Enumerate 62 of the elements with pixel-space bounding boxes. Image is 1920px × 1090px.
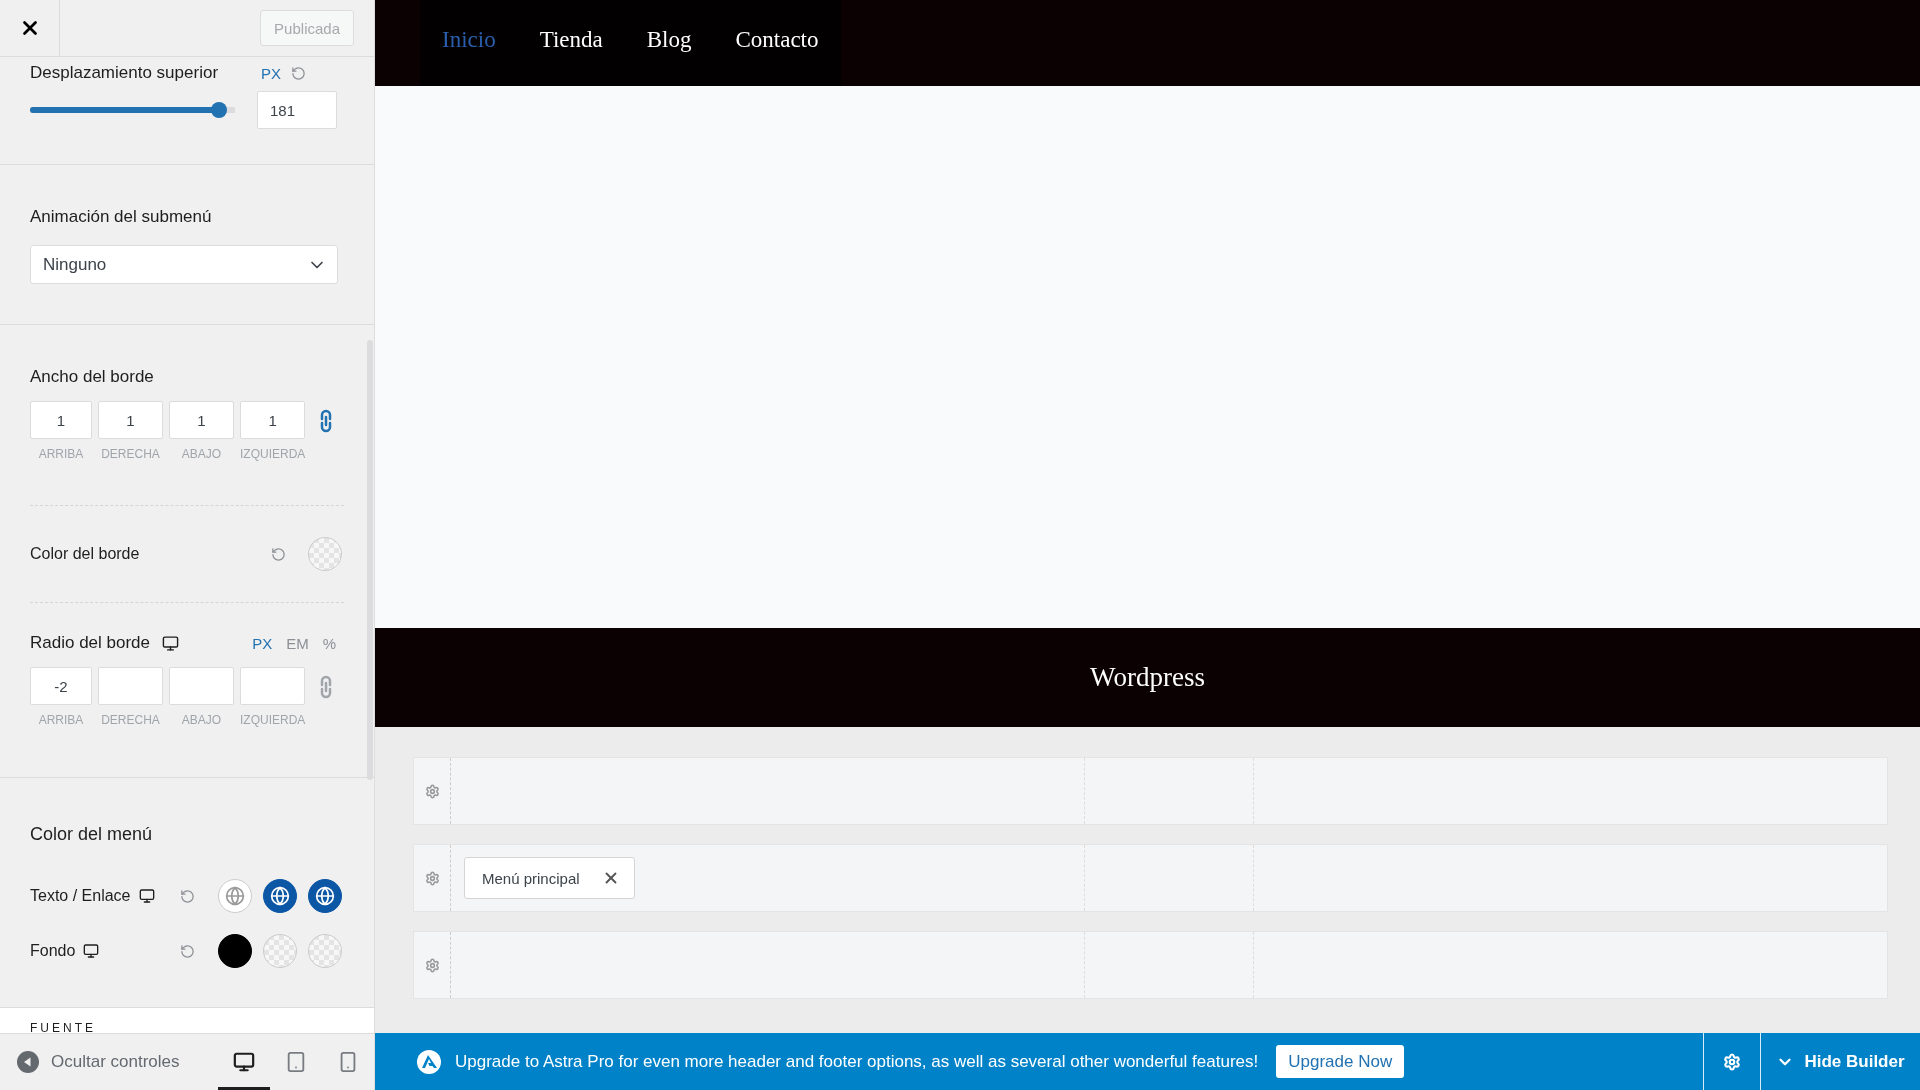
number-field[interactable]: 1 — [30, 401, 92, 439]
back-icon — [17, 1051, 39, 1073]
gear-icon — [1723, 1052, 1741, 1071]
setting-label: Fondo — [30, 942, 76, 960]
reset-icon[interactable] — [271, 546, 286, 562]
gear-icon — [424, 957, 440, 973]
color-swatch[interactable] — [308, 879, 342, 913]
reset-icon[interactable] — [180, 888, 195, 904]
menu-chip[interactable]: Menú principal — [464, 857, 635, 899]
color-swatch[interactable] — [263, 879, 297, 913]
site-title: Wordpress — [1090, 662, 1205, 693]
setting-label: Ancho del borde — [30, 367, 154, 387]
number-field[interactable]: 1 — [169, 401, 234, 439]
setting-label: Animación del submenú — [30, 207, 212, 227]
gear-icon — [424, 870, 440, 886]
reset-icon[interactable] — [291, 65, 306, 81]
upgrade-message: Upgrade to Astra Pro for even more header and footer options, as well as several other wonderful features! — [455, 1051, 1259, 1072]
field-caption: ABAJO — [181, 447, 222, 461]
monitor-icon — [162, 634, 180, 652]
number-field[interactable]: 1 — [240, 401, 306, 439]
nav-link[interactable]: Contacto — [735, 27, 819, 53]
globe-icon — [270, 886, 290, 906]
field-caption: DERECHA — [101, 447, 160, 461]
section-title: Color del menú — [30, 824, 153, 845]
field-caption: IZQUIERDA — [240, 447, 306, 461]
monitor-icon — [83, 943, 100, 959]
setting-label: Radio del borde — [30, 633, 151, 653]
globe-icon — [315, 886, 335, 906]
dropdown[interactable]: Ninguno — [30, 245, 338, 284]
globe-icon — [225, 886, 245, 906]
field-caption: IZQUIERDA — [240, 713, 306, 727]
nav-link[interactable]: Tienda — [539, 27, 603, 53]
number-field[interactable]: 1 — [98, 401, 163, 439]
field-caption: ARRIBA — [38, 713, 84, 727]
section-title: FUENTE — [30, 1021, 96, 1033]
number-field[interactable] — [169, 667, 234, 705]
slider-thumb[interactable] — [210, 102, 227, 118]
number-field[interactable] — [98, 667, 163, 705]
setting-label: Color del borde — [30, 545, 140, 563]
gear-icon — [424, 783, 440, 799]
reset-icon[interactable] — [180, 943, 195, 959]
link-icon[interactable] — [319, 675, 334, 699]
number-field[interactable]: -2 — [30, 667, 92, 705]
link-icon[interactable] — [319, 409, 334, 433]
unit-option[interactable]: PX — [252, 634, 273, 652]
nav-link[interactable]: Blog — [646, 27, 692, 53]
hide-controls-button[interactable]: Ocultar controles — [17, 1051, 180, 1073]
upgrade-button[interactable]: Upgrade Now — [1276, 1045, 1405, 1078]
field-caption: DERECHA — [101, 713, 160, 727]
monitor-icon — [233, 1051, 255, 1073]
unit-option[interactable]: PX — [261, 64, 281, 82]
setting-label: Texto / Enlace — [30, 887, 131, 905]
monitor-icon — [138, 888, 155, 904]
field-caption: ABAJO — [181, 713, 222, 727]
number-field[interactable]: 181 — [257, 91, 337, 129]
field-caption: ARRIBA — [38, 447, 84, 461]
logo-icon — [417, 1049, 441, 1074]
tablet-icon — [285, 1051, 307, 1073]
setting-label: Desplazamiento superior — [30, 63, 219, 83]
number-field[interactable] — [240, 667, 306, 705]
color-swatch[interactable] — [218, 934, 252, 968]
hide-builder-button[interactable]: Hide Builder — [1760, 1033, 1920, 1090]
